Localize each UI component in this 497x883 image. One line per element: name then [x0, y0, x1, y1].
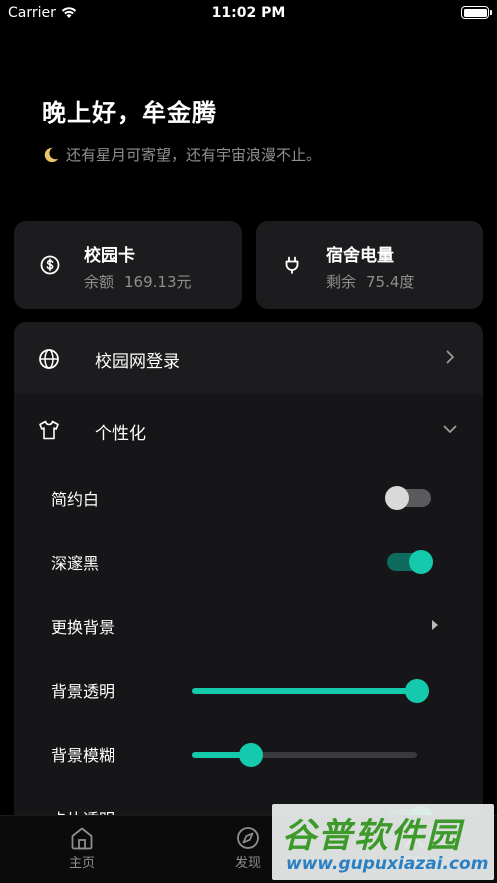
- status-bar: Carrier 11:02 PM: [0, 0, 497, 26]
- tab-home[interactable]: 主页: [52, 824, 112, 871]
- personalize-label: 个性化: [95, 424, 146, 444]
- greeting-title: 晚上好，牟金腾: [42, 99, 217, 127]
- minimal-white-toggle[interactable]: [385, 486, 431, 510]
- setting-label: 背景模糊: [51, 746, 116, 765]
- settings-panel: 校园网登录 个性化 简约白 深邃黑 更换背景 背景透明 背景模糊: [14, 322, 483, 842]
- deep-black-toggle[interactable]: [387, 550, 433, 574]
- motto-text: 还有星月可寄望，还有宇宙浪漫不止。: [66, 146, 322, 164]
- chevron-down-icon: [443, 425, 457, 433]
- tab-discover[interactable]: 发现: [218, 824, 278, 871]
- watermark-brand: 谷普软件园: [282, 816, 462, 856]
- slider-thumb[interactable]: [405, 679, 429, 703]
- dorm-power-tile[interactable]: 宿舍电量 剩余 75.4度: [256, 221, 483, 309]
- campus-card-tile[interactable]: 校园卡 余额 169.13元: [14, 221, 242, 309]
- setting-background-blur: 背景模糊: [14, 722, 483, 786]
- setting-label: 深邃黑: [51, 554, 100, 573]
- setting-label: 更换背景: [51, 618, 116, 637]
- watermark-logo: 谷普软件园 www.gupuxiazai.com: [272, 804, 494, 880]
- setting-minimal-white: 简约白: [14, 466, 483, 530]
- toggle-knob: [385, 486, 409, 510]
- chevron-right-icon: [446, 350, 454, 364]
- remaining-value: 75.4度: [366, 273, 415, 291]
- crescent-moon-icon: [44, 147, 59, 162]
- home-icon: [71, 827, 93, 850]
- setting-deep-black: 深邃黑: [14, 530, 483, 594]
- personalize-section: 个性化 简约白 深邃黑 更换背景 背景透明 背景模糊: [14, 394, 483, 842]
- background-opacity-slider[interactable]: [192, 679, 429, 703]
- remaining-label: 剩余: [326, 273, 357, 291]
- compass-icon: [237, 827, 259, 849]
- personalize-header[interactable]: 个性化: [14, 394, 483, 466]
- tab-home-label: 主页: [68, 856, 95, 871]
- globe-icon: [39, 349, 59, 369]
- dollar-circle-icon: [40, 255, 60, 275]
- slider-thumb[interactable]: [238, 743, 263, 767]
- dorm-power-title: 宿舍电量: [326, 246, 394, 266]
- motto-line: 还有星月可寄望，还有宇宙浪漫不止。: [42, 144, 321, 165]
- campus-card-title: 校园卡: [84, 246, 135, 266]
- campus-card-balance: 余额 169.13元: [84, 271, 192, 292]
- tab-discover-label: 发现: [234, 856, 261, 871]
- balance-value: 169.13元: [124, 273, 192, 291]
- shirt-icon: [39, 420, 59, 440]
- campus-net-login-label: 校园网登录: [95, 352, 180, 372]
- setting-label: 背景透明: [51, 682, 116, 701]
- setting-background-opacity: 背景透明: [14, 658, 483, 722]
- watermark-url: www.gupuxiazai.com: [286, 854, 489, 874]
- clock: 11:02 PM: [211, 5, 286, 21]
- toggle-knob: [409, 550, 433, 574]
- campus-net-login-row[interactable]: 校园网登录: [14, 322, 483, 394]
- disclosure-arrow-icon: [432, 620, 438, 630]
- plug-icon: [285, 256, 299, 274]
- setting-change-background[interactable]: 更换背景: [14, 594, 483, 658]
- battery-icon: [461, 6, 492, 19]
- background-blur-slider[interactable]: [192, 743, 417, 767]
- balance-label: 余额: [84, 273, 115, 291]
- dorm-power-remaining: 剩余 75.4度: [326, 271, 414, 292]
- setting-label: 简约白: [51, 490, 100, 509]
- slider-fill: [192, 688, 417, 694]
